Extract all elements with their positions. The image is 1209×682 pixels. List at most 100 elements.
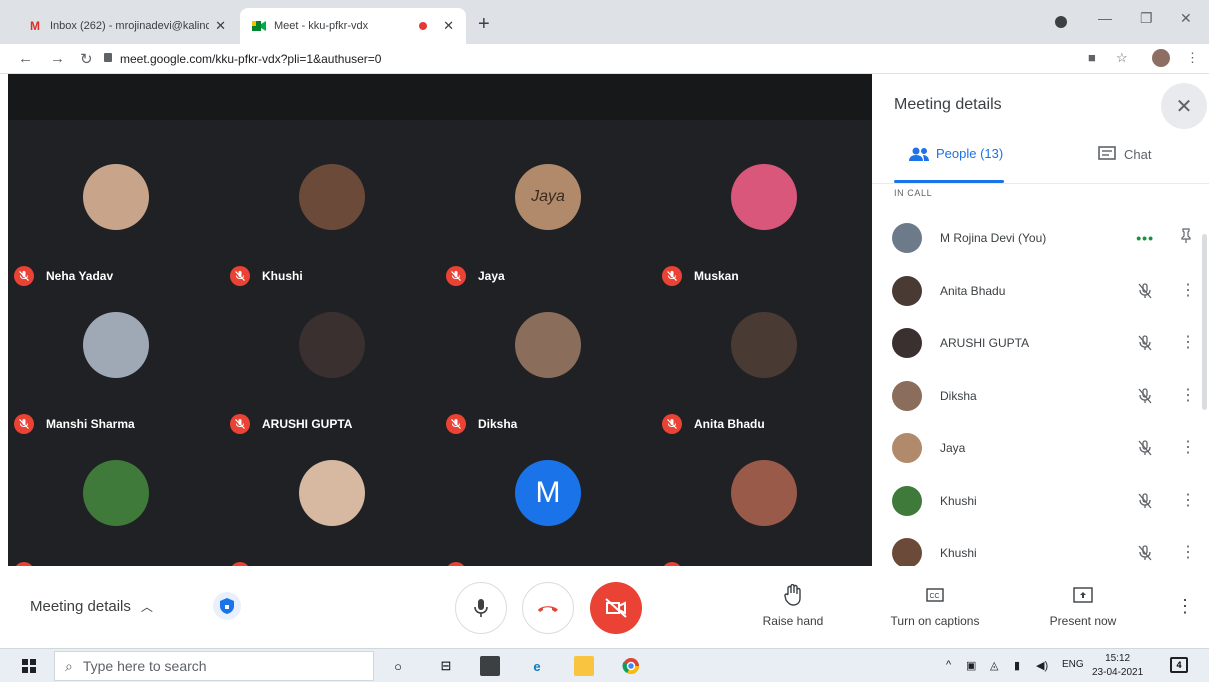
participant-avatar — [731, 164, 797, 230]
participant-tile[interactable]: Muskan — [656, 154, 872, 302]
participant-row[interactable]: M Rojina Devi (You) ••• — [892, 218, 1192, 258]
participant-tile[interactable]: Jaya Jaya — [440, 154, 656, 302]
close-window-icon[interactable]: ✕ — [1180, 10, 1192, 27]
tab-gmail[interactable]: M Inbox (262) - mrojinadevi@kalinc ✕ — [16, 8, 238, 44]
task-view-icon[interactable]: ⊟ — [436, 656, 456, 676]
participant-tile[interactable]: Anita Bhadu — [656, 302, 872, 450]
clock[interactable]: 15:12 23-04-2021 — [1092, 652, 1143, 680]
participant-tile[interactable]: ARUSHI GUPTA — [224, 302, 440, 450]
participant-avatar — [83, 164, 149, 230]
minimize-icon[interactable]: — — [1098, 10, 1112, 26]
mic-muted-icon[interactable] — [1136, 387, 1154, 405]
tab-people[interactable]: People (13) — [908, 146, 1003, 161]
battery-icon[interactable]: ▮ — [1014, 659, 1020, 672]
participant-label: Jaya — [446, 266, 505, 286]
meeting-details-button[interactable]: Meeting details ︿ — [30, 598, 153, 615]
tab-chat[interactable]: Chat — [1098, 146, 1151, 162]
present-now-button[interactable]: Present now — [1023, 584, 1143, 628]
mic-muted-icon — [14, 414, 34, 434]
language-indicator[interactable]: ENG — [1062, 659, 1084, 670]
windows-start-icon[interactable] — [22, 659, 36, 673]
windows-taskbar: ⌕ Type here to search ○ ⊟ e ^ ▣ ◬ ▮ ◀) E… — [0, 648, 1209, 682]
mic-muted-icon[interactable] — [1136, 282, 1154, 300]
captions-button[interactable]: CC Turn on captions — [875, 584, 995, 628]
top-bar — [8, 74, 872, 120]
camera-permission-icon[interactable]: ■ — [1088, 50, 1096, 65]
participant-row[interactable]: ARUSHI GUPTA ⋮ — [892, 323, 1196, 363]
mic-muted-icon[interactable] — [1136, 544, 1154, 562]
more-options-icon[interactable]: ⋮ — [1176, 596, 1194, 617]
camera-off-button[interactable] — [590, 582, 642, 634]
pin-icon[interactable] — [1180, 228, 1192, 248]
security-shield-icon[interactable] — [213, 592, 241, 620]
more-options-icon[interactable]: ⋮ — [1180, 492, 1196, 509]
microphone-button[interactable] — [455, 582, 507, 634]
captions-icon: CC — [875, 584, 995, 606]
tab-title: Inbox (262) - mrojinadevi@kalinc — [50, 20, 210, 32]
new-tab-button[interactable]: + — [478, 13, 490, 36]
more-options-icon[interactable]: ⋮ — [1180, 335, 1196, 351]
profile-icon[interactable] — [1055, 16, 1067, 28]
show-hidden-icons-icon[interactable]: ^ — [946, 659, 951, 671]
mic-muted-icon[interactable] — [1136, 492, 1154, 510]
participant-tile[interactable]: Khushi — [224, 154, 440, 302]
file-explorer-icon[interactable] — [574, 656, 594, 676]
participant-label: Neha Yadav — [14, 266, 113, 286]
participant-name: Manshi Sharma — [46, 417, 135, 431]
mic-muted-icon — [446, 414, 466, 434]
browser-tab-strip: M Inbox (262) - mrojinadevi@kalinc ✕ Mee… — [0, 0, 1209, 44]
mic-muted-icon — [662, 266, 682, 286]
lock-icon — [104, 53, 112, 62]
participant-name: Khushi — [262, 269, 303, 283]
restore-icon[interactable]: ❐ — [1140, 10, 1153, 27]
participant-tile[interactable]: Manshi Sharma — [8, 302, 224, 450]
participant-name: ARUSHI GUPTA — [262, 417, 353, 431]
participant-avatar: Jaya — [515, 164, 581, 230]
more-options-icon[interactable]: ⋮ — [1180, 545, 1196, 561]
taskbar-search-box[interactable]: ⌕ Type here to search — [54, 651, 374, 681]
participant-row[interactable]: Jaya ⋮ — [892, 428, 1196, 468]
panel-scrollbar[interactable] — [1202, 234, 1207, 410]
participant-row[interactable]: Diksha ⋮ — [892, 376, 1196, 416]
bookmark-star-icon[interactable]: ☆ — [1116, 50, 1128, 66]
close-tab-icon[interactable]: ✕ — [215, 18, 226, 34]
participant-tile[interactable]: Neha Yadav — [8, 154, 224, 302]
participant-tile[interactable]: Diksha — [440, 302, 656, 450]
network-icon[interactable]: ◬ — [990, 659, 998, 672]
cortana-icon[interactable]: ○ — [388, 656, 408, 676]
participant-avatar — [731, 312, 797, 378]
account-avatar[interactable] — [1152, 49, 1170, 67]
browser-menu-icon[interactable]: ⋮ — [1186, 50, 1199, 66]
chrome-icon[interactable] — [621, 656, 641, 676]
participant-name: Muskan — [694, 269, 739, 283]
store-icon[interactable] — [480, 656, 500, 676]
in-call-heading: IN CALL — [894, 188, 933, 198]
more-options-icon[interactable]: ⋮ — [1180, 440, 1196, 456]
volume-icon[interactable]: ◀) — [1036, 659, 1048, 672]
participant-label: Manshi Sharma — [14, 414, 135, 434]
participant-row[interactable]: Khushi ⋮ — [892, 481, 1196, 521]
panel-title: Meeting details — [894, 96, 1002, 113]
avatar-initial: Jaya — [531, 188, 565, 205]
participant-row[interactable]: Anita Bhadu ⋮ — [892, 271, 1196, 311]
notifications-icon[interactable]: 4 — [1170, 657, 1188, 673]
meet-tray-icon[interactable]: ▣ — [966, 659, 976, 672]
reload-icon[interactable]: ↻ — [80, 50, 93, 68]
back-icon[interactable]: ← — [18, 50, 33, 67]
more-options-icon[interactable]: ⋮ — [1180, 282, 1196, 299]
edge-icon[interactable]: e — [527, 656, 547, 676]
raise-hand-button[interactable]: Raise hand — [733, 584, 853, 628]
tab-meet[interactable]: Meet - kku-pfkr-vdx ✕ — [240, 8, 466, 44]
close-panel-button[interactable]: ✕ — [1161, 83, 1207, 129]
participant-avatar — [299, 164, 365, 230]
address-bar: ← → ↻ meet.google.com/kku-pfkr-vdx?pli=1… — [0, 44, 1209, 74]
forward-icon[interactable]: → — [50, 50, 65, 67]
url-field[interactable]: meet.google.com/kku-pfkr-vdx?pli=1&authu… — [120, 52, 381, 66]
leave-call-button[interactable] — [522, 582, 574, 634]
more-options-icon[interactable]: ⋮ — [1180, 387, 1196, 404]
mic-muted-icon[interactable] — [1136, 439, 1154, 457]
close-tab-icon[interactable]: ✕ — [443, 18, 454, 34]
mic-muted-icon[interactable] — [1136, 334, 1154, 352]
participant-avatar — [892, 223, 922, 253]
raise-hand-label: Raise hand — [762, 614, 824, 628]
